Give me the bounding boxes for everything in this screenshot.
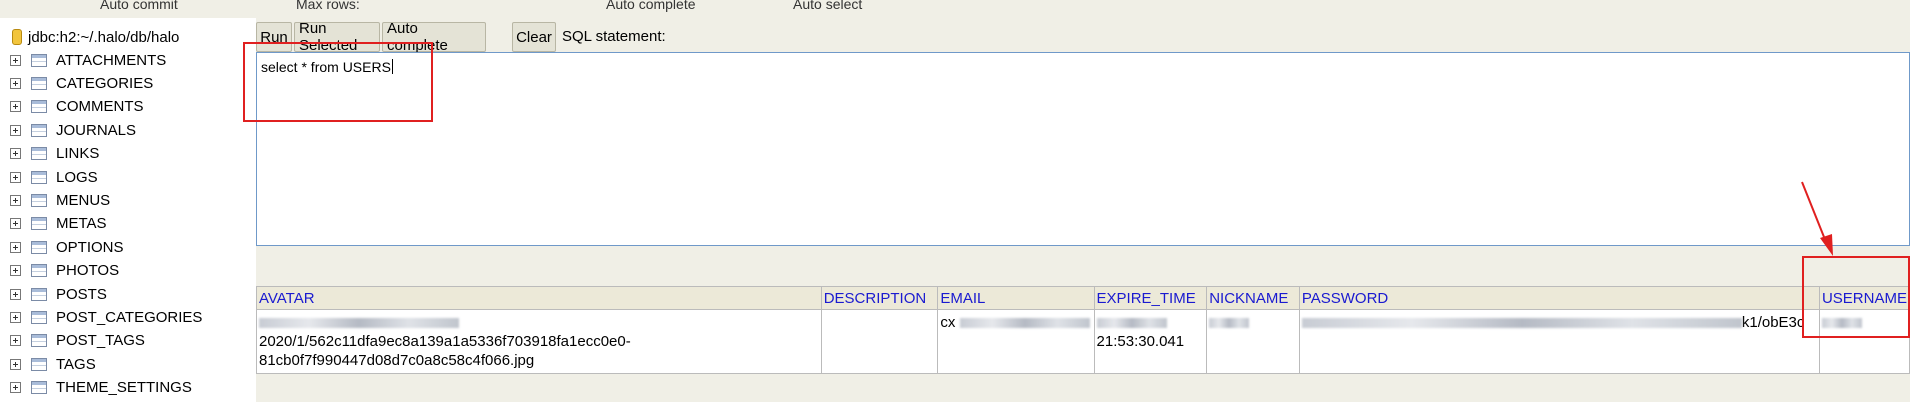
- expand-plus-icon[interactable]: [10, 311, 21, 323]
- expand-plus-icon[interactable]: [10, 124, 21, 136]
- expand-plus-icon[interactable]: [10, 218, 21, 230]
- column-header-avatar[interactable]: AVATAR: [256, 286, 822, 310]
- column-header-password[interactable]: PASSWORD: [1298, 286, 1820, 310]
- expand-plus-icon[interactable]: [10, 171, 21, 183]
- query-panel: Run Run Selected Auto complete Clear SQL…: [256, 18, 1910, 402]
- cell-expire-time: 21:53:30.041: [1093, 309, 1208, 374]
- tree-item-label: ATTACHMENTS: [56, 51, 167, 69]
- tree-item-label: LINKS: [56, 145, 100, 163]
- redacted-text: [1096, 318, 1167, 329]
- expand-plus-icon[interactable]: [10, 288, 21, 300]
- tree-item-logs[interactable]: LOGS: [10, 166, 98, 188]
- auto-complete-label: Auto complete: [606, 0, 696, 12]
- tree-item-label: THEME_SETTINGS: [56, 379, 192, 397]
- cell-password: k1/obE3c: [1298, 309, 1820, 374]
- tree-item-label: POST_CATEGORIES: [56, 308, 203, 326]
- tree-item-label: POST_TAGS: [56, 332, 145, 350]
- column-header-email[interactable]: EMAIL: [937, 286, 1095, 310]
- table-icon: [31, 53, 47, 67]
- auto-commit-label[interactable]: Auto commit: [100, 0, 178, 11]
- table-icon: [31, 170, 47, 184]
- tree-item-post_categories[interactable]: POST_CATEGORIES: [10, 306, 202, 328]
- table-icon: [31, 287, 47, 301]
- tree-item-journals[interactable]: JOURNALS: [10, 119, 136, 141]
- table-icon: [31, 123, 47, 137]
- db-connection-label: jdbc:h2:~/.halo/db/halo: [28, 28, 180, 46]
- expand-plus-icon[interactable]: [10, 148, 21, 160]
- expand-plus-icon[interactable]: [10, 194, 21, 206]
- table-icon: [31, 381, 47, 395]
- cell-email: cx: [937, 309, 1095, 374]
- tree-item-options[interactable]: OPTIONS: [10, 236, 124, 258]
- tree-item-label: OPTIONS: [56, 238, 124, 256]
- table-icon: [31, 193, 47, 207]
- redacted-text: [959, 318, 1090, 329]
- tree-item-tags[interactable]: TAGS: [10, 353, 96, 375]
- tree-item-label: CATEGORIES: [56, 74, 154, 92]
- sql-statement-label: SQL statement:: [562, 28, 666, 45]
- tree-item-metas[interactable]: METAS: [10, 213, 107, 235]
- tree-item-label: MENUS: [56, 191, 111, 209]
- clear-button[interactable]: Clear: [512, 22, 556, 52]
- table-icon: [31, 240, 47, 254]
- tree-item-comments[interactable]: COMMENTS: [10, 96, 144, 118]
- expand-plus-icon[interactable]: [10, 335, 21, 347]
- tree-item-posts[interactable]: POSTS: [10, 283, 107, 305]
- expand-plus-icon[interactable]: [10, 101, 21, 113]
- expand-plus-icon[interactable]: [10, 77, 21, 89]
- results-table: AVATAR DESCRIPTION EMAIL EXPIRE_TIME NICKNAM…: [256, 286, 1910, 374]
- table-icon: [31, 357, 47, 371]
- table-icon: [31, 76, 47, 90]
- table-icon: [31, 147, 47, 161]
- expand-plus-icon[interactable]: [10, 265, 21, 277]
- tree-item-theme_settings[interactable]: THEME_SETTINGS: [10, 377, 192, 399]
- cell-avatar: 2020/1/562c11dfa9ec8a139a1a5336f703918fa…: [256, 309, 822, 374]
- expand-plus-icon[interactable]: [10, 241, 21, 253]
- expand-plus-icon[interactable]: [10, 382, 21, 394]
- table-icon: [31, 264, 47, 278]
- cell-nickname: [1206, 309, 1300, 374]
- table-row: 2020/1/562c11dfa9ec8a139a1a5336f703918fa…: [256, 309, 1910, 374]
- column-header-expire-time[interactable]: EXPIRE_TIME: [1093, 286, 1208, 310]
- top-toolbar: Auto commit Max rows: Auto complete Auto…: [0, 0, 1910, 19]
- tree-item-label: JOURNALS: [56, 121, 137, 139]
- sql-editor[interactable]: select * from USERS: [256, 52, 1910, 246]
- schema-tree: jdbc:h2:~/.halo/db/halo ATTACHMENTS CATEG…: [0, 18, 256, 402]
- table-icon: [31, 310, 47, 324]
- annotation-box-username: [1802, 256, 1910, 338]
- table-icon: [31, 217, 47, 231]
- db-connection[interactable]: jdbc:h2:~/.halo/db/halo: [12, 26, 179, 48]
- tree-item-label: PHOTOS: [56, 262, 120, 280]
- tree-item-label: TAGS: [56, 355, 96, 373]
- tree-item-label: METAS: [56, 215, 107, 233]
- redacted-text: [259, 318, 459, 329]
- table-icon: [31, 100, 47, 114]
- expand-plus-icon[interactable]: [10, 54, 21, 66]
- tree-item-label: COMMENTS: [56, 98, 144, 116]
- tree-item-label: LOGS: [56, 168, 98, 186]
- column-header-description[interactable]: DESCRIPTION: [820, 286, 939, 310]
- tree-item-label: POSTS: [56, 285, 107, 303]
- tree-item-links[interactable]: LINKS: [10, 143, 99, 165]
- table-icon: [31, 334, 47, 348]
- tree-item-menus[interactable]: MENUS: [10, 189, 110, 211]
- tree-item-categories[interactable]: CATEGORIES: [10, 72, 153, 94]
- column-header-nickname[interactable]: NICKNAME: [1206, 286, 1300, 310]
- redacted-text: [1209, 318, 1250, 329]
- expand-plus-icon[interactable]: [10, 358, 21, 370]
- annotation-arrow-icon: [1801, 181, 1833, 256]
- tree-item-post_tags[interactable]: POST_TAGS: [10, 330, 145, 352]
- tree-item-attachments[interactable]: ATTACHMENTS: [10, 49, 166, 71]
- annotation-box-sql: [243, 42, 433, 122]
- tree-item-photos[interactable]: PHOTOS: [10, 260, 119, 282]
- database-icon: [12, 29, 22, 45]
- max-rows-label: Max rows:: [296, 0, 360, 12]
- auto-select-label: Auto select: [793, 0, 863, 12]
- cell-description: [820, 309, 939, 374]
- redacted-text: [1301, 318, 1742, 329]
